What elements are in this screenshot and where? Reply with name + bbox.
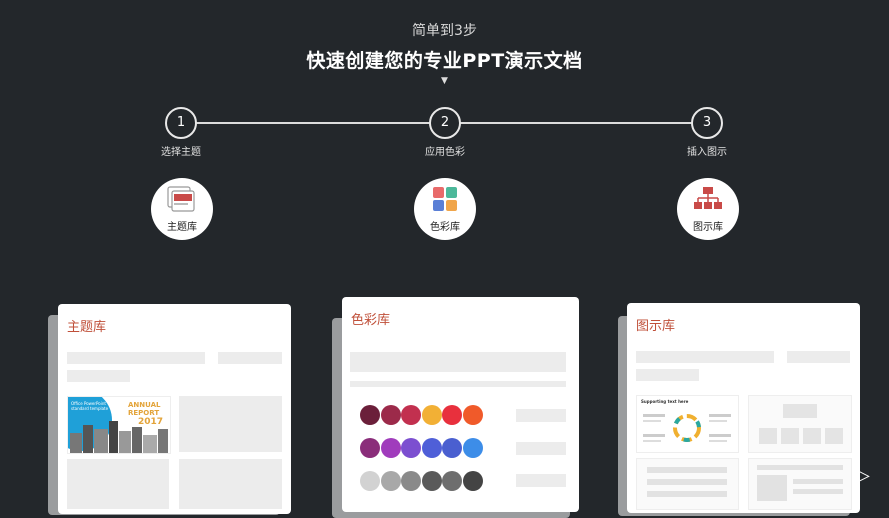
thumb-report-text: ANNUAL REPORT [128,401,161,417]
placeholder-bar [787,351,850,363]
org-chart-image [759,404,843,444]
step-1-label: 选择主题 [161,147,201,158]
org-chart-thumbnail[interactable] [748,395,852,453]
color-swatch[interactable] [360,405,380,425]
color-swatch[interactable] [421,471,442,491]
theme-library-card[interactable]: 主题库 Office PowerPoint standard template … [58,304,291,514]
theme-library-label: 主题库 [167,222,197,233]
color-swatch[interactable] [442,405,462,425]
color-swatch[interactable] [442,438,462,458]
subtitle: 简单到3步 [412,23,477,39]
step-3-label: 插入图示 [687,147,727,158]
placeholder-bar [67,352,205,364]
diagram-library-card[interactable]: 图示库 Supporting text here [627,303,860,513]
placeholder-bar [647,491,727,497]
placeholder-bar [218,352,282,364]
down-arrow-icon: ▼ [441,76,448,86]
color-card-title: 色彩库 [351,313,391,328]
diagram-library-button[interactable]: 图示库 [677,178,739,240]
step-3-circle: 3 [691,107,723,139]
color-swatch[interactable] [360,438,380,458]
placeholder-block [757,475,787,501]
placeholder-bar [516,474,566,487]
color-swatch[interactable] [462,438,483,458]
list-diagram-thumbnail[interactable] [636,458,739,510]
diagram-card-title: 图示库 [636,319,676,334]
step-1-circle: 1 [165,107,197,139]
theme-thumbnail-placeholder[interactable] [179,396,282,452]
placeholder-bar [350,352,566,372]
placeholder-bar [636,369,699,381]
color-swatch[interactable] [380,405,401,425]
placeholder-bar [793,479,843,484]
color-library-label: 色彩库 [430,222,460,233]
color-swatch[interactable] [442,471,462,491]
color-library-card[interactable]: 色彩库 [342,297,579,512]
placeholder-bar [516,442,566,455]
diagram-library-icon [694,187,722,209]
diagram-library-label: 图示库 [693,222,723,233]
color-swatch[interactable] [401,471,421,491]
annual-report-thumbnail[interactable]: Office PowerPoint standard template ANNU… [67,396,171,454]
theme-library-icon [167,186,195,212]
placeholder-bar [793,489,843,494]
color-library-icon [433,187,457,211]
placeholder-bar [350,381,566,387]
color-library-button[interactable]: 色彩库 [414,178,476,240]
stair-diagram-thumbnail[interactable] [748,458,852,510]
city-skyline-image [70,421,168,453]
cycle-diagram-image [643,414,731,442]
color-swatch[interactable] [421,405,442,425]
theme-card-title: 主题库 [67,320,107,335]
theme-library-button[interactable]: 主题库 [151,178,213,240]
theme-thumbnail-placeholder[interactable] [179,459,282,509]
placeholder-bar [516,409,566,422]
theme-thumbnail-placeholder[interactable] [67,459,169,509]
color-swatch[interactable] [380,438,401,458]
color-swatch[interactable] [401,405,421,425]
diagram-thumb-title: Supporting text here [641,399,689,404]
play-arrow-icon[interactable]: ▷ [856,465,870,486]
page-title: 快速创建您的专业PPT演示文档 [306,50,583,72]
color-swatch[interactable] [401,438,421,458]
step-2-label: 应用色彩 [425,147,465,158]
step-2-circle: 2 [429,107,461,139]
color-swatch[interactable] [462,471,483,491]
color-swatch[interactable] [421,438,442,458]
diagram-thumbnail[interactable]: Supporting text here [636,395,739,453]
color-swatch[interactable] [360,471,380,491]
thumb-title: Office PowerPoint standard template [71,401,109,411]
placeholder-bar [647,467,727,473]
color-swatch[interactable] [462,405,483,425]
placeholder-bar [636,351,774,363]
placeholder-bar [757,465,843,470]
color-swatch[interactable] [380,471,401,491]
placeholder-bar [67,370,130,382]
placeholder-bar [647,479,727,485]
